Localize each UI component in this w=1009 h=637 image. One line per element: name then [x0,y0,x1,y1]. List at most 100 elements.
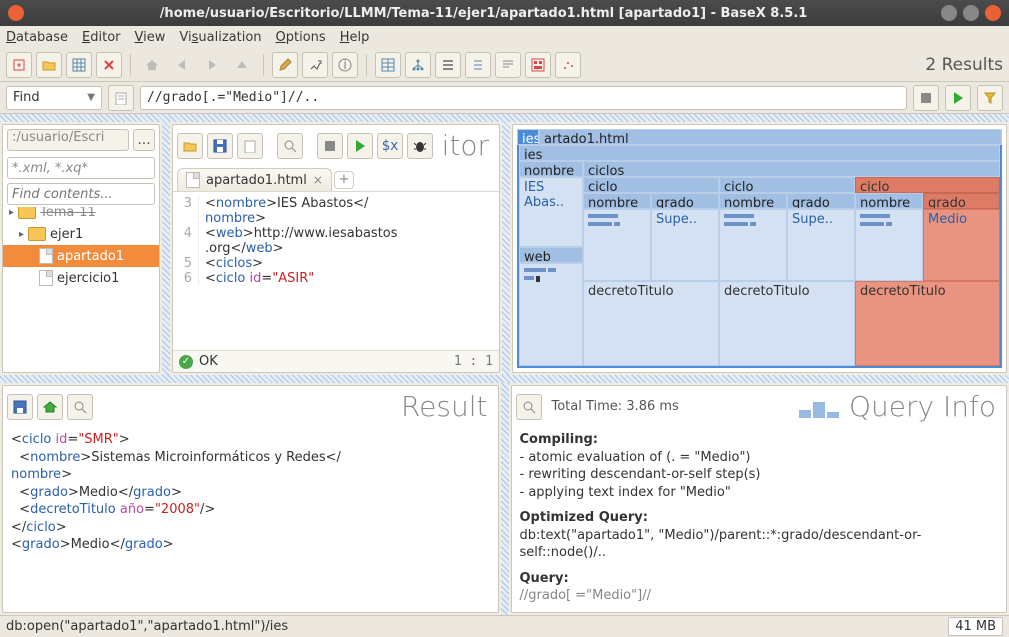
tree-folder[interactable]: ▸Tema-11 [3,207,159,223]
add-tab-button[interactable]: + [334,171,354,189]
viz-file-header: artado1.html [539,129,1002,145]
forward-button[interactable] [199,52,225,78]
run-search-button[interactable] [945,85,971,111]
viz-medio-hl: Medio [923,209,1000,281]
close-tab-icon[interactable]: × [313,173,323,187]
home-button[interactable] [139,52,165,78]
viz-ciclos-h: ciclos [583,161,1000,177]
viz-nombre-h: nombre [519,161,583,177]
search-input[interactable] [140,86,907,110]
window-titlebar: /home/usuario/Escritorio/LLMM/Tema-11/ej… [0,0,1009,26]
project-panel: :/usuario/Escri ... ▸Tema-11 ▸ejer1 apar… [2,124,160,373]
menu-editor[interactable]: Editor [82,30,120,45]
back-button[interactable] [169,52,195,78]
editor-stop-button[interactable] [317,133,343,159]
project-tree: ▸Tema-11 ▸ejer1 apartado1 ejercicio1 [3,207,159,291]
search-mode-label: Find [13,90,40,105]
up-button[interactable] [229,52,255,78]
view-tree-button[interactable] [405,52,431,78]
editor-debug-button[interactable] [407,133,433,159]
editor-vars-button[interactable]: $x [377,133,403,159]
result-save-button[interactable] [7,394,33,420]
spark-icon [799,396,845,418]
result-search-button[interactable] [67,394,93,420]
viz-web-cell [519,263,583,366]
editor-cursor-pos: 1 : 1 [454,354,493,369]
editor-title: itor [442,129,495,162]
qinfo-search-button[interactable] [516,394,542,420]
editor-find-button[interactable] [277,133,303,159]
statusbar-memory[interactable]: 41 MB [948,617,1003,636]
menu-visualization[interactable]: Visualization [179,30,261,45]
menu-database[interactable]: Database [6,30,68,45]
tree-file-selected[interactable]: apartado1 [3,245,159,267]
results-count: 2 Results [925,55,1003,75]
project-filter-pattern[interactable] [7,157,155,179]
view-xml-button[interactable] [465,52,491,78]
history-button[interactable] [108,85,134,111]
edit-button[interactable] [272,52,298,78]
editor-panel: $x itor apartado1.html × + 3 <nombre>IES… [172,124,500,373]
menu-options[interactable]: Options [276,30,326,45]
visualization-panel: ies artado1.html ies nombre ciclos IES A… [512,124,1007,373]
main-area: :/usuario/Escri ... ▸Tema-11 ▸ejer1 apar… [0,114,1009,615]
qinfo-query-h: Query: [520,571,569,586]
grid-button[interactable] [66,52,92,78]
qinfo-compiling-h: Compiling: [520,432,598,447]
editor-history-button[interactable] [237,133,263,159]
close-db-button[interactable] [96,52,122,78]
result-title: Result [401,390,494,423]
window-close-button[interactable] [985,5,1001,21]
search-mode-combo[interactable]: Find ▼ [6,86,102,110]
view-src-button[interactable] [495,52,521,78]
qinfo-total-time: Total Time: 3.86 ms [552,399,679,414]
treemap-viz[interactable]: ies artado1.html ies nombre ciclos IES A… [517,129,1002,368]
project-browse-button[interactable]: ... [133,129,155,151]
open-button[interactable] [36,52,62,78]
viz-ies-tab: ies [517,129,539,145]
editor-run-button[interactable] [347,133,373,159]
main-toolbar: i 2 Results [0,48,1009,82]
ok-icon: ✓ [179,355,193,369]
query-info-panel: Total Time: 3.86 ms Query Info Compiling… [511,385,1008,613]
view-list-button[interactable] [435,52,461,78]
viz-ies-abas: IES Abas.. [519,177,583,247]
qinfo-body[interactable]: Compiling: - atomic evaluation of (. = "… [512,427,1007,609]
editor-save-button[interactable] [207,133,233,159]
result-home-button[interactable] [37,394,63,420]
chevron-down-icon: ▼ [87,92,95,103]
new-db-button[interactable] [6,52,32,78]
project-path[interactable]: :/usuario/Escri [7,129,129,151]
view-map-button[interactable] [525,52,551,78]
tree-file[interactable]: ejercicio1 [3,267,159,289]
menu-help[interactable]: Help [340,30,370,45]
viz-web-h: web [519,247,583,263]
editor-open-button[interactable] [177,133,203,159]
editor-code[interactable]: 3 <nombre>IES Abastos</nombre>4 <web>htt… [173,192,499,350]
editor-tab-label: apartado1.html [206,173,307,188]
filter-button[interactable] [977,85,1003,111]
menu-view[interactable]: View [135,30,166,45]
view-table-button[interactable] [375,52,401,78]
app-icon [8,5,24,21]
result-body[interactable]: <ciclo id="SMR"> <nombre>Sistemas Microi… [3,427,498,558]
viz-ciclo1-h: ciclo [583,177,719,193]
result-panel: Result <ciclo id="SMR"> <nombre>Sistemas… [2,385,499,613]
editor-status: ✓ OK 1 : 1 [173,350,499,372]
tree-folder[interactable]: ▸ejer1 [3,223,159,245]
window-minimize-button[interactable] [941,5,957,21]
project-filter-contents[interactable] [7,183,155,205]
view-chart-button[interactable] [555,52,581,78]
editor-status-text: OK [199,354,218,369]
editor-tab[interactable]: apartado1.html × [177,168,332,191]
viz-grado-hl: grado [923,193,1000,209]
statusbar-path: db:open("apartado1","apartado1.html")/ie… [6,619,288,634]
svg-text:i: i [343,58,347,72]
window-maximize-button[interactable] [963,5,979,21]
file-icon [186,172,200,188]
realtime-button[interactable] [302,52,328,78]
qinfo-title: Query Info [849,390,1002,423]
stop-search-button[interactable] [913,85,939,111]
statusbar: db:open("apartado1","apartado1.html")/ie… [0,615,1009,637]
info-button[interactable]: i [332,52,358,78]
